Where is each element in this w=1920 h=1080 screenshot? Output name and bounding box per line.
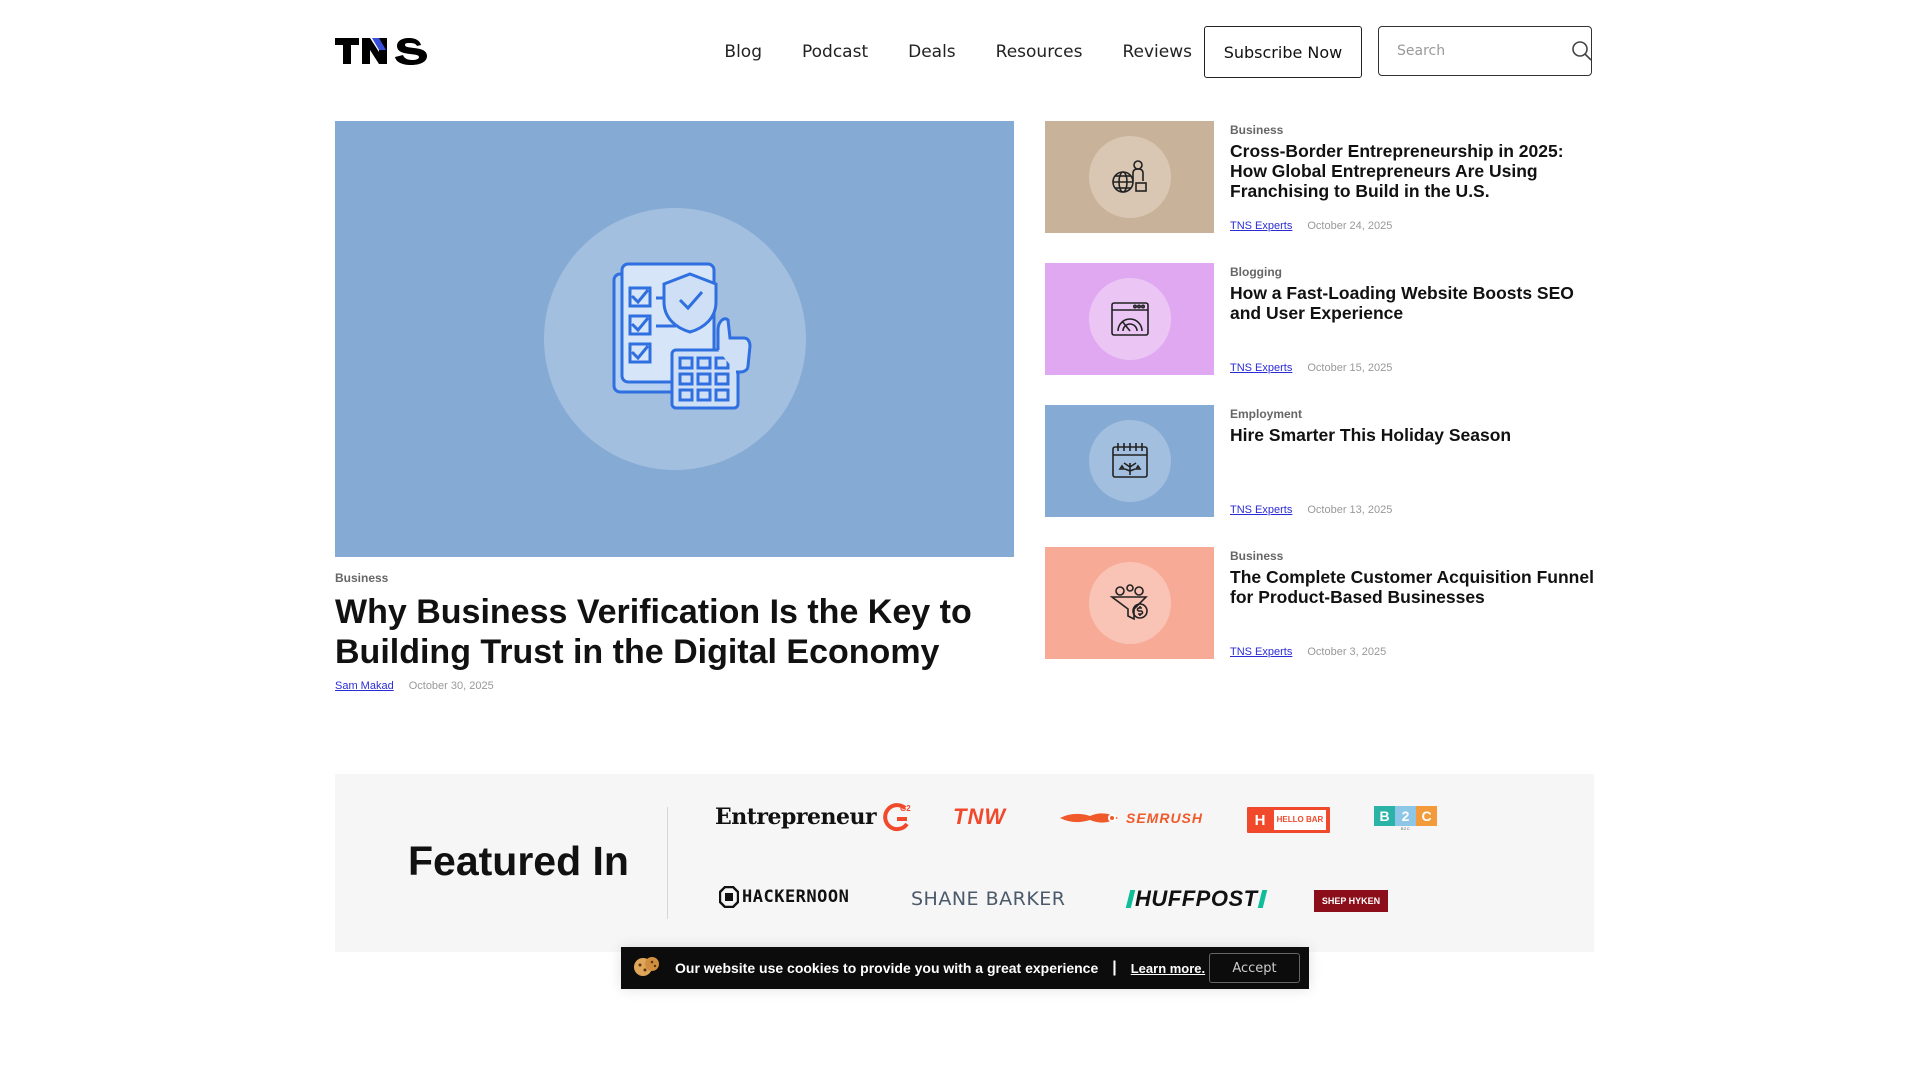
article-category[interactable]: Blogging [1230, 265, 1282, 279]
website-speed-icon [1110, 302, 1149, 336]
article-meta: TNS Experts October 24, 2025 [1230, 220, 1392, 232]
nav-resources[interactable]: Resources [996, 42, 1083, 62]
nav-podcast[interactable]: Podcast [802, 42, 868, 62]
brand-logo-b2c: B 2 C B2C [1374, 806, 1437, 831]
brand-logo-huffpost: HUFFPOST [1125, 886, 1267, 912]
semrush-logo-label: SEMRUSH [1126, 810, 1204, 826]
hero-image[interactable] [335, 121, 1014, 557]
thumbnail-circle [1088, 420, 1171, 502]
article-thumbnail[interactable] [1045, 405, 1214, 517]
huffpost-logo-label: HUFFPOST [1135, 886, 1258, 911]
article-thumbnail[interactable] [1045, 121, 1214, 233]
article-meta: TNS Experts October 15, 2025 [1230, 362, 1392, 374]
featured-in-section: Featured In Entrepreneur G2 TNW SEMRUSH … [335, 774, 1594, 952]
cookie-icon [633, 955, 661, 982]
article-author-link[interactable]: TNS Experts [1230, 504, 1292, 516]
verification-checklist-icon [612, 262, 752, 410]
hero-date: October 30, 2025 [408, 680, 494, 692]
featured-in-title: Featured In [408, 838, 629, 884]
thumbnail-circle [1088, 562, 1171, 644]
funnel-dollar-icon [1109, 584, 1148, 621]
subscribe-button[interactable]: Subscribe Now [1204, 26, 1362, 78]
article-date: October 24, 2025 [1307, 220, 1393, 232]
article-title[interactable]: How a Fast-Loading Website Boosts SEO an… [1230, 283, 1600, 323]
thumbnail-circle [1088, 278, 1171, 360]
search-box [1378, 26, 1592, 76]
nav-deals[interactable]: Deals [908, 42, 956, 62]
article-date: October 15, 2025 [1307, 362, 1393, 374]
article-title[interactable]: Hire Smarter This Holiday Season [1230, 425, 1600, 445]
featured-divider [667, 807, 668, 919]
thumbnail-circle [1088, 136, 1171, 218]
hero-category[interactable]: Business [335, 571, 388, 585]
article-category[interactable]: Employment [1230, 407, 1302, 421]
side-article: Business Cross-Border Entrepreneurship i… [1045, 121, 1595, 233]
article-title[interactable]: The Complete Customer Acquisition Funnel… [1230, 567, 1600, 607]
article-date: October 13, 2025 [1307, 504, 1393, 516]
article-title[interactable]: Cross-Border Entrepreneurship in 2025: H… [1230, 141, 1600, 201]
tns-logo[interactable] [335, 36, 429, 66]
article-author-link[interactable]: TNS Experts [1230, 220, 1292, 232]
article-thumbnail[interactable] [1045, 263, 1214, 375]
brand-logo-hellobar: H HELLO BAR [1247, 807, 1330, 833]
brand-logo-entrepreneur: Entrepreneur [715, 804, 877, 830]
cookie-accept-button[interactable]: Accept [1209, 953, 1300, 983]
article-author-link[interactable]: TNS Experts [1230, 646, 1292, 658]
hackernoon-logo-label: HACKERNOON [742, 887, 850, 907]
search-input[interactable] [1397, 43, 1571, 59]
brand-logo-semrush: SEMRUSH [1060, 810, 1203, 826]
article-meta: TNS Experts October 3, 2025 [1230, 646, 1386, 658]
b2c-logo-label: B2C [1400, 826, 1411, 831]
nav-blog[interactable]: Blog [724, 42, 762, 62]
g2-logo-label: G2 [900, 804, 911, 813]
brand-logo-g2: G2 [883, 802, 911, 832]
side-article: Employment Hire Smarter This Holiday Sea… [1045, 405, 1595, 517]
brand-logo-tnw: TNW [953, 804, 1007, 829]
article-category[interactable]: Business [1230, 549, 1283, 563]
hero-author-link[interactable]: Sam Makad [335, 680, 394, 692]
main-nav: Blog Podcast Deals Resources Reviews [724, 26, 1192, 78]
side-article: Blogging How a Fast-Loading Website Boos… [1045, 263, 1595, 375]
article-meta: TNS Experts October 13, 2025 [1230, 504, 1392, 516]
hero-title[interactable]: Why Business Verification Is the Key to … [335, 592, 1015, 672]
brand-logo-shanebarker: SHANE BARKER [911, 888, 1066, 910]
hero-image-circle [543, 208, 806, 470]
cookie-banner: Our website use cookies to provide you w… [621, 947, 1309, 989]
holiday-calendar-icon [1111, 443, 1148, 478]
article-author-link[interactable]: TNS Experts [1230, 362, 1292, 374]
article-thumbnail[interactable] [1045, 547, 1214, 659]
cookie-message: Our website use cookies to provide you w… [675, 960, 1099, 976]
hellobar-logo-label: HELLO BAR [1274, 810, 1326, 830]
search-icon[interactable] [1571, 40, 1593, 62]
site-header: Blog Podcast Deals Resources Reviews Sub… [335, 26, 1595, 78]
nav-reviews[interactable]: Reviews [1122, 42, 1192, 62]
side-article: Business The Complete Customer Acquisiti… [1045, 547, 1595, 659]
globe-person-icon [1111, 160, 1147, 193]
cookie-separator: | [1112, 959, 1117, 976]
article-category[interactable]: Business [1230, 123, 1283, 137]
article-date: October 3, 2025 [1307, 646, 1387, 658]
brand-logo-shephyken: SHEP HYKEN [1314, 890, 1388, 912]
hero-meta: Sam Makad October 30, 2025 [335, 680, 494, 692]
cookie-learn-more-link[interactable]: Learn more. [1131, 961, 1205, 976]
brand-logo-hackernoon: HACKERNOON [719, 886, 849, 908]
